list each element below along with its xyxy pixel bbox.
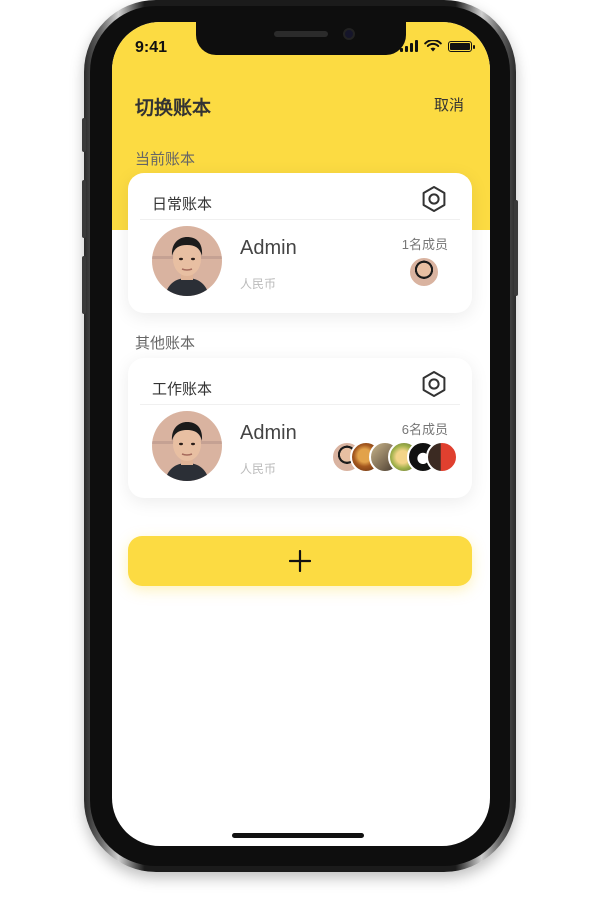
book-name: 日常账本 — [152, 196, 213, 213]
notch — [196, 22, 406, 55]
currency-label: 人民币 — [240, 462, 277, 476]
signal-icon — [400, 40, 418, 52]
battery-icon — [448, 40, 475, 52]
current-book-label: 当前账本 — [135, 151, 196, 168]
power-button — [514, 200, 518, 296]
current-book-card[interactable]: 日常账本 Admin 人民币 1名成员 — [128, 173, 472, 313]
plus-icon — [289, 550, 311, 572]
member-avatars — [408, 256, 440, 288]
mute-switch — [82, 118, 86, 152]
book-name: 工作账本 — [152, 381, 213, 398]
wifi-icon — [424, 40, 442, 52]
owner-avatar — [152, 411, 222, 481]
other-book-card[interactable]: 工作账本 Admin 人民币 6名成员 — [128, 358, 472, 498]
card-divider — [140, 219, 460, 220]
other-books-label: 其他账本 — [135, 335, 196, 352]
member-avatar — [408, 256, 440, 288]
currency-label: 人民币 — [240, 277, 277, 291]
settings-icon[interactable] — [420, 370, 448, 398]
status-icons — [400, 40, 475, 52]
member-avatars — [331, 441, 458, 473]
volume-down-button — [82, 256, 86, 314]
member-count: 6名成员 — [401, 422, 448, 437]
owner-name: Admin — [240, 237, 297, 259]
cancel-button[interactable]: 取消 — [434, 94, 464, 115]
home-indicator — [232, 833, 364, 838]
app-screen: 9:41 切换账本 取消 当前账本 日常账本 Admin 人民币 1名成员 其他… — [112, 22, 490, 846]
add-book-button[interactable] — [128, 536, 472, 586]
status-time: 9:41 — [135, 39, 168, 56]
member-count: 1名成员 — [401, 237, 448, 252]
page-title: 切换账本 — [135, 98, 212, 119]
owner-name: Admin — [240, 422, 297, 444]
settings-icon[interactable] — [420, 185, 448, 213]
volume-up-button — [82, 180, 86, 238]
card-divider — [140, 404, 460, 405]
owner-avatar — [152, 226, 222, 296]
member-avatar — [426, 441, 458, 473]
